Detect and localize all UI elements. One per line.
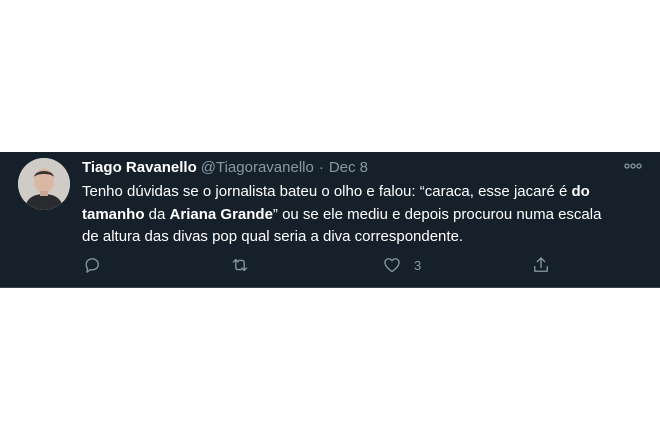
tweet-actions: 3 [82,254,562,276]
tweet-card[interactable]: Tiago Ravanello @Tiagoravanello · Dec 8 Ten… [0,152,660,288]
retweet-icon [232,258,248,272]
separator-dot: · [318,159,324,176]
avatar[interactable] [18,158,70,210]
like-button[interactable]: 3 [382,254,421,276]
tweet-text-part: Tenho dúvidas se o jornalista bateu o ol… [82,183,572,200]
author-name[interactable]: Tiago Ravanello [82,159,197,176]
tweet-header: Tiago Ravanello @Tiagoravanello · Dec 8 [82,159,368,177]
author-handle[interactable]: @Tiagoravanello [201,159,314,176]
like-count: 3 [414,257,422,273]
reply-button[interactable] [82,254,102,276]
reply-icon [85,258,99,273]
tweet-text-bold: Ariana Grande [169,205,273,223]
heart-icon [384,258,400,273]
share-button[interactable] [531,254,551,276]
avatar-photo [18,158,70,210]
tweet-text-part: da [144,205,170,223]
retweet-button[interactable] [230,254,250,276]
more-horizontal-icon[interactable] [624,161,642,171]
tweet-date[interactable]: Dec 8 [329,159,368,176]
tweet-text: Tenho dúvidas se o jornalista bateu o ol… [82,181,622,249]
share-icon [534,257,548,272]
